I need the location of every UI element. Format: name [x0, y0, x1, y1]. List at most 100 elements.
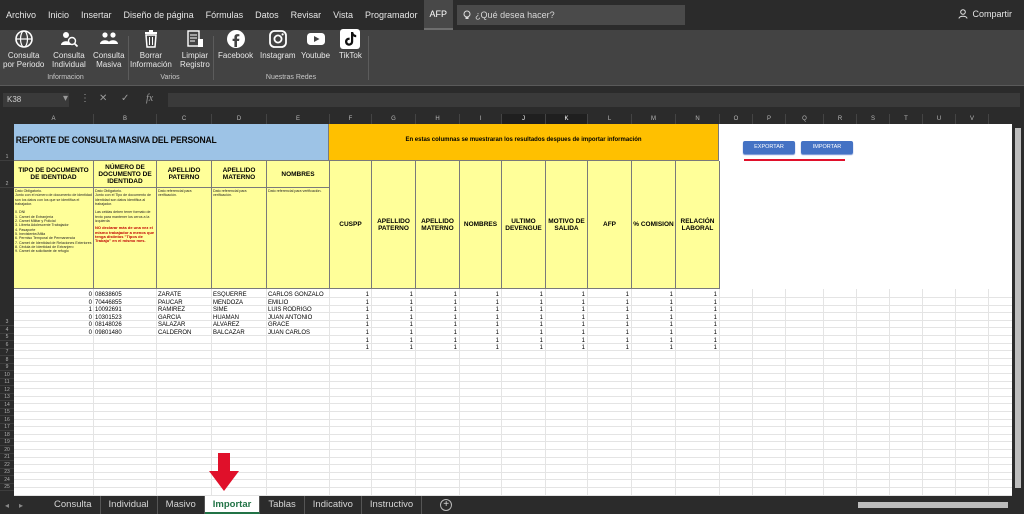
- row-header-19[interactable]: 19: [0, 439, 14, 446]
- input-desc-5[interactable]: Dato referencial para verificación.: [267, 188, 330, 289]
- namebox-dropdown-icon[interactable]: ▾: [63, 93, 68, 104]
- export-button[interactable]: EXPORTAR: [743, 141, 795, 154]
- ribbon-button-tiktok[interactable]: TikTok: [339, 29, 362, 60]
- row-header-18[interactable]: 18: [0, 431, 14, 439]
- column-header-j[interactable]: J: [502, 114, 546, 124]
- tab-tablas[interactable]: Tablas: [260, 496, 305, 514]
- menu-item-dise-o-de-p-gina[interactable]: Diseño de página: [118, 0, 200, 30]
- vertical-scrollbar[interactable]: [1012, 124, 1024, 496]
- tab-importar[interactable]: Importar: [204, 496, 261, 514]
- input-desc-4[interactable]: Dato referencial para verificación.: [212, 188, 267, 289]
- input-desc-1[interactable]: Dato Obligatorio. Junto con el número de…: [14, 188, 94, 289]
- row-header-9[interactable]: 9: [0, 364, 14, 371]
- column-header-s[interactable]: S: [857, 114, 890, 124]
- tab-masivo[interactable]: Masivo: [158, 496, 205, 514]
- result-header-2[interactable]: APELLIDO PATERNO: [372, 161, 416, 289]
- column-header-r[interactable]: R: [824, 114, 857, 124]
- worksheet[interactable]: REPORTE DE CONSULTA MASIVA DEL PERSONAL …: [14, 124, 1012, 496]
- row-header-6[interactable]: 6: [0, 341, 14, 349]
- row-header-22[interactable]: 22: [0, 461, 14, 469]
- tab-next-icon[interactable]: ▸: [14, 501, 28, 510]
- menu-item-vista[interactable]: Vista: [327, 0, 359, 30]
- input-desc-3[interactable]: Dato referencial para verificación.: [157, 188, 212, 289]
- import-button[interactable]: IMPORTAR: [801, 141, 853, 154]
- result-header-8[interactable]: % COMISION: [632, 161, 676, 289]
- column-header-u[interactable]: U: [923, 114, 956, 124]
- cancel-icon[interactable]: ✕: [99, 93, 107, 104]
- column-header-h[interactable]: H: [416, 114, 460, 124]
- column-header-m[interactable]: M: [632, 114, 676, 124]
- horizontal-scrollbar[interactable]: [848, 500, 1018, 510]
- column-header-q[interactable]: Q: [786, 114, 824, 124]
- row-header-21[interactable]: 21: [0, 454, 14, 461]
- menu-item-inicio[interactable]: Inicio: [42, 0, 75, 30]
- menu-item-afp[interactable]: AFP: [423, 0, 454, 30]
- ribbon-button-consulta-individual[interactable]: Consulta Individual: [52, 30, 86, 69]
- column-header-v[interactable]: V: [956, 114, 989, 124]
- column-header-e[interactable]: E: [267, 114, 330, 124]
- column-header-k[interactable]: K: [546, 114, 588, 124]
- input-header-3[interactable]: APELLIDO PATERNO: [157, 161, 212, 188]
- menu-item-archivo[interactable]: Archivo: [0, 0, 42, 30]
- input-header-2[interactable]: NÚMERO DE DOCUMENTO DE IDENTIDAD: [94, 161, 157, 188]
- ribbon-button-consulta-masiva[interactable]: Consulta Masiva: [93, 30, 125, 69]
- ribbon-button-limpiar-registro[interactable]: Limpiar Registro: [180, 30, 210, 69]
- column-header-b[interactable]: B: [94, 114, 157, 124]
- row-header-15[interactable]: 15: [0, 409, 14, 416]
- menu-item-f-rmulas[interactable]: Fórmulas: [200, 0, 250, 30]
- column-header-l[interactable]: L: [588, 114, 632, 124]
- ribbon-button-facebook[interactable]: Facebook: [218, 30, 253, 60]
- row-header-24[interactable]: 24: [0, 476, 14, 484]
- menu-item-insertar[interactable]: Insertar: [75, 0, 118, 30]
- row-header-1[interactable]: 1: [0, 124, 14, 161]
- row-header-13[interactable]: 13: [0, 394, 14, 401]
- input-header-1[interactable]: TIPO DE DOCUMENTO DE IDENTIDAD: [14, 161, 94, 188]
- ribbon-button-consulta-por-periodo[interactable]: Consulta por Periodo: [3, 30, 44, 69]
- row-header-20[interactable]: 20: [0, 446, 14, 454]
- result-header-9[interactable]: RELACIÓN LABORAL: [676, 161, 720, 289]
- column-header-o[interactable]: O: [720, 114, 753, 124]
- vertical-scroll-thumb[interactable]: [1015, 128, 1021, 488]
- row-header-11[interactable]: 11: [0, 379, 14, 386]
- row-header-7[interactable]: 7: [0, 349, 14, 356]
- menu-item-programador[interactable]: Programador: [359, 0, 424, 30]
- row-header-23[interactable]: 23: [0, 469, 14, 476]
- row-header-10[interactable]: 10: [0, 371, 14, 379]
- ribbon-button-instagram[interactable]: Instagram: [260, 30, 296, 60]
- row-header-5[interactable]: 5: [0, 334, 14, 341]
- function-icon[interactable]: fx: [146, 93, 153, 104]
- column-header-a[interactable]: A: [14, 114, 94, 124]
- tab-instructivo[interactable]: Instructivo: [362, 496, 423, 514]
- results-banner-cell[interactable]: En estas columnas se muestraran los resu…: [329, 124, 719, 161]
- column-header-d[interactable]: D: [212, 114, 267, 124]
- row-header-14[interactable]: 14: [0, 401, 14, 409]
- result-header-1[interactable]: CUSPP: [330, 161, 372, 289]
- horizontal-scroll-thumb[interactable]: [858, 502, 1008, 508]
- row-header-25[interactable]: 25: [0, 484, 14, 491]
- tab-prev-icon[interactable]: ◂: [0, 501, 14, 510]
- result-header-5[interactable]: ULTIMO DEVENGUE: [502, 161, 546, 289]
- column-header-f[interactable]: F: [330, 114, 372, 124]
- column-header-p[interactable]: P: [753, 114, 786, 124]
- row-header-4[interactable]: 4: [0, 326, 14, 334]
- row-header-16[interactable]: 16: [0, 416, 14, 424]
- search-box[interactable]: ¿Qué desea hacer?: [457, 5, 686, 25]
- column-header-n[interactable]: N: [676, 114, 720, 124]
- share-button[interactable]: Compartir: [958, 9, 1012, 19]
- row-header-3[interactable]: 3: [0, 188, 14, 326]
- input-header-5[interactable]: NOMBRES: [267, 161, 330, 188]
- result-header-3[interactable]: APELLIDO MATERNO: [416, 161, 460, 289]
- row-header-8[interactable]: 8: [0, 356, 14, 364]
- add-sheet-icon[interactable]: +: [440, 499, 453, 511]
- tab-consulta[interactable]: Consulta: [46, 496, 101, 514]
- ribbon-button-borrar-informaci-n[interactable]: Borrar Información: [130, 30, 172, 69]
- result-header-4[interactable]: NOMBRES: [460, 161, 502, 289]
- menu-item-revisar[interactable]: Revisar: [285, 0, 328, 30]
- column-header-g[interactable]: G: [372, 114, 416, 124]
- column-header-c[interactable]: C: [157, 114, 212, 124]
- input-desc-2[interactable]: Dato Obligatorio. Junto con el Tipo de d…: [94, 188, 157, 289]
- row-header-12[interactable]: 12: [0, 386, 14, 394]
- formula-input[interactable]: [168, 93, 1020, 107]
- result-header-7[interactable]: AFP: [588, 161, 632, 289]
- name-box[interactable]: K38: [3, 93, 69, 107]
